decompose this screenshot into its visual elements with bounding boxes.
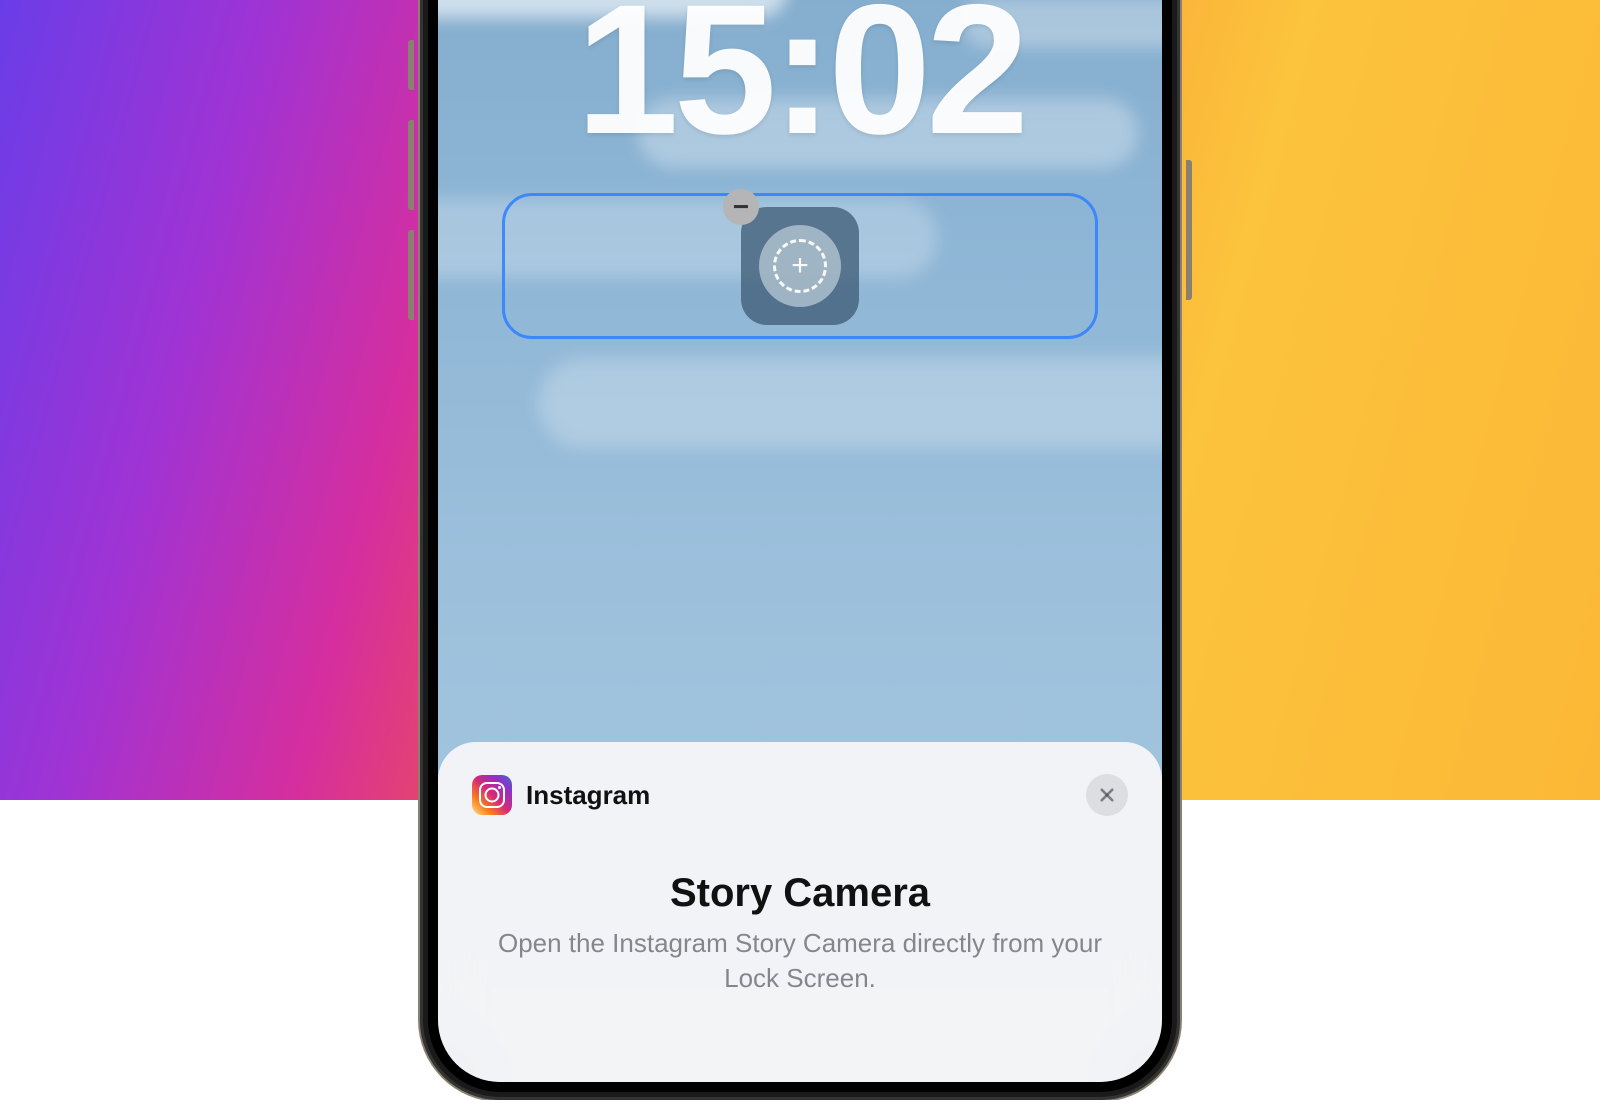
instagram-app-icon xyxy=(472,775,512,815)
phone-volume-down xyxy=(408,230,414,320)
widget-slot-container[interactable]: − + xyxy=(502,193,1098,339)
app-name-label: Instagram xyxy=(526,780,1072,811)
lock-screen-clock: 15:02 xyxy=(438,0,1162,163)
phone-power-button xyxy=(1186,160,1192,300)
phone-volume-up xyxy=(408,120,414,210)
widget-picker-sheet: Instagram Story Camera Open the Instagra… xyxy=(438,742,1162,1082)
widget-description: Open the Instagram Story Camera directly… xyxy=(472,926,1128,996)
story-camera-widget[interactable]: − + xyxy=(741,207,859,325)
phone-bezel: 15:02 − + In xyxy=(428,0,1172,1092)
remove-widget-button[interactable]: − xyxy=(723,189,759,225)
minus-icon: − xyxy=(733,193,749,221)
wallpaper-cloud xyxy=(538,358,1162,448)
phone-frame: 15:02 − + In xyxy=(420,0,1180,1100)
phone-silence-switch xyxy=(408,40,414,90)
sheet-body: Story Camera Open the Instagram Story Ca… xyxy=(472,871,1128,996)
lock-screen: 15:02 − + In xyxy=(438,0,1162,1082)
close-icon xyxy=(1098,786,1116,804)
dashed-ring-icon xyxy=(773,239,827,293)
sheet-header: Instagram xyxy=(472,774,1128,816)
close-button[interactable] xyxy=(1086,774,1128,816)
story-camera-icon: + xyxy=(759,225,841,307)
widget-title: Story Camera xyxy=(472,871,1128,916)
